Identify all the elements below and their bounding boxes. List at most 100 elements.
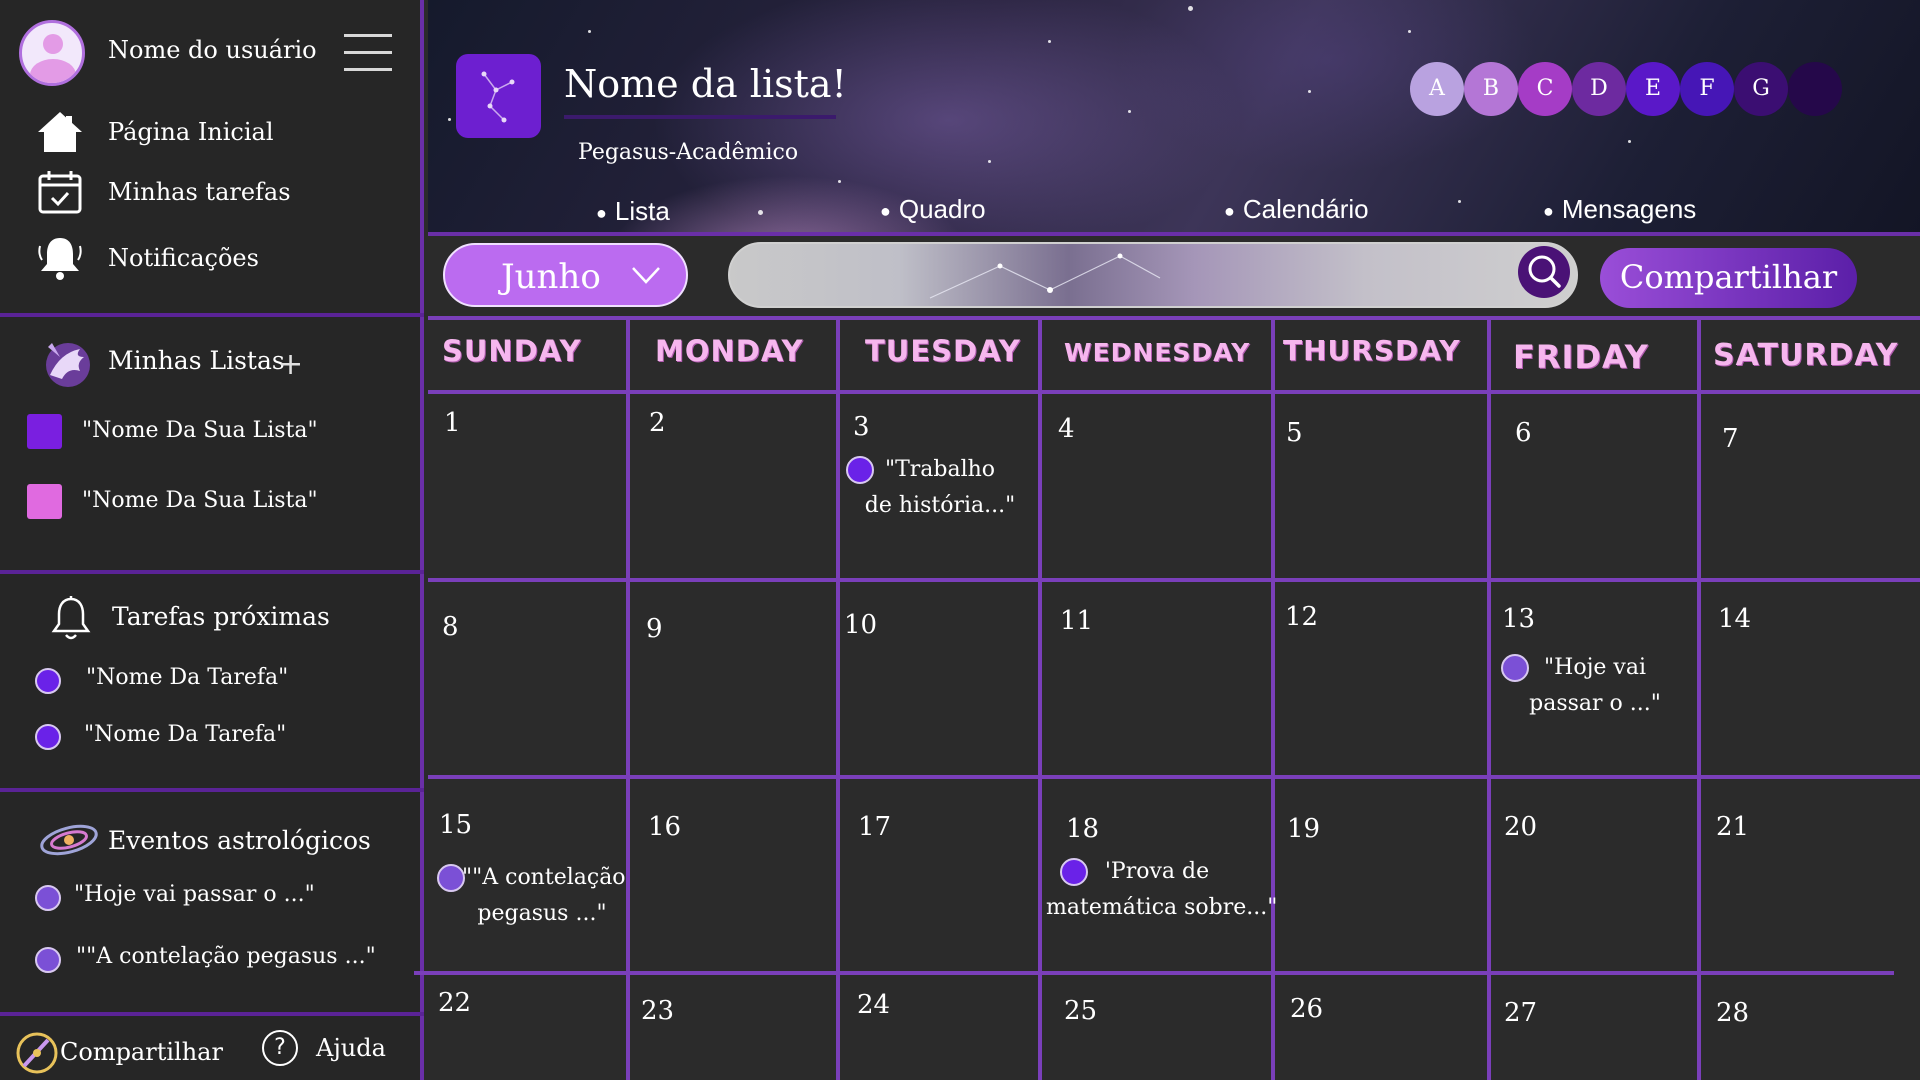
calendar-event[interactable]: 'Prova de matemática sobre..." <box>1046 854 1277 926</box>
day-number[interactable]: 14 <box>1718 604 1751 634</box>
title-underline <box>564 115 836 119</box>
search-input[interactable] <box>728 242 1578 308</box>
event-dot-icon <box>35 885 61 911</box>
day-number[interactable]: 10 <box>844 610 877 640</box>
day-number[interactable]: 9 <box>646 614 663 644</box>
day-header: FRIDAY <box>1513 338 1649 376</box>
day-number[interactable]: 16 <box>648 812 681 842</box>
member-avatar[interactable]: D <box>1572 62 1626 116</box>
upcoming-task-item[interactable]: "Nome Da Tarefa" <box>86 665 288 690</box>
day-number[interactable]: 18 <box>1066 814 1099 844</box>
help-icon[interactable]: ? <box>262 1030 298 1066</box>
day-number[interactable]: 20 <box>1504 812 1537 842</box>
astro-event-item[interactable]: ""A contelação pegasus ..." <box>76 944 376 969</box>
member-avatar[interactable]: G <box>1734 62 1788 116</box>
member-avatar[interactable]: A <box>1410 62 1464 116</box>
add-list-button[interactable]: + <box>278 347 303 382</box>
day-number[interactable]: 27 <box>1504 998 1537 1028</box>
calendar-event[interactable]: ""A contelação pegasus ..." <box>462 860 626 932</box>
calendar-event[interactable]: "Trabalho de história..." <box>862 452 1018 524</box>
astro-event-item[interactable]: "Hoje vai passar o ..." <box>74 882 315 907</box>
sidebar-list-item[interactable]: "Nome Da Sua Lista" <box>82 418 318 443</box>
list-title[interactable]: Nome da lista! <box>564 62 847 106</box>
divider <box>0 570 424 574</box>
list-color-swatch <box>27 484 62 519</box>
event-dot-icon <box>35 947 61 973</box>
tab-calendario[interactable]: ● Calendário <box>1224 194 1369 225</box>
tab-mensagens[interactable]: ● Mensagens <box>1543 194 1696 225</box>
tab-lista[interactable]: ● Lista <box>596 196 670 227</box>
tab-quadro[interactable]: ● Quadro <box>880 194 986 225</box>
sidebar-list-item[interactable]: "Nome Da Sua Lista" <box>82 488 318 513</box>
day-number[interactable]: 6 <box>1515 418 1532 448</box>
astro-events-title: Eventos astrológicos <box>108 826 371 855</box>
nav-home[interactable]: Página Inicial <box>36 108 376 156</box>
day-number[interactable]: 13 <box>1502 604 1535 634</box>
constellation-decoration <box>929 253 1161 299</box>
day-number[interactable]: 17 <box>858 812 891 842</box>
user-name[interactable]: Nome do usuário <box>108 36 317 64</box>
search-button[interactable] <box>1518 246 1570 298</box>
nav-my-tasks[interactable]: Minhas tarefas <box>36 168 376 216</box>
day-number[interactable]: 24 <box>857 990 890 1020</box>
user-avatar-icon[interactable] <box>19 20 85 86</box>
search-icon <box>1528 255 1561 288</box>
share-compass-icon[interactable] <box>14 1030 60 1076</box>
menu-icon[interactable] <box>344 32 392 74</box>
my-lists-title: Minhas Listas <box>108 346 285 375</box>
month-select[interactable]: Junho <box>443 243 688 307</box>
help-button[interactable]: Ajuda <box>316 1034 386 1062</box>
task-dot-icon <box>35 724 61 750</box>
day-number[interactable]: 7 <box>1722 424 1739 454</box>
day-number[interactable]: 11 <box>1060 606 1093 636</box>
nav-my-tasks-label: Minhas tarefas <box>108 178 291 206</box>
day-number[interactable]: 2 <box>649 408 666 438</box>
calendar-event[interactable]: "Hoje vai passar o ..." <box>1520 650 1670 722</box>
member-avatar[interactable]: E <box>1626 62 1680 116</box>
grid-line <box>1697 316 1701 1080</box>
member-avatar[interactable]: F <box>1680 62 1734 116</box>
day-number[interactable]: 3 <box>853 412 870 442</box>
grid-line <box>414 971 1894 975</box>
divider <box>0 788 424 792</box>
bell-outline-icon <box>51 596 91 640</box>
galaxy-icon <box>40 824 98 856</box>
day-number[interactable]: 12 <box>1285 602 1318 632</box>
list-subtitle: Pegasus-Acadêmico <box>578 140 799 165</box>
member-avatar[interactable] <box>1788 62 1842 116</box>
day-header: TUESDAY <box>865 334 1021 368</box>
footer-share-button[interactable]: Compartilhar <box>60 1038 223 1066</box>
day-number[interactable]: 23 <box>641 996 674 1026</box>
day-number[interactable]: 26 <box>1290 994 1323 1024</box>
home-icon <box>38 112 82 152</box>
nav-home-label: Página Inicial <box>108 118 274 146</box>
day-number[interactable]: 1 <box>444 408 461 438</box>
day-header: WEDNESDAY <box>1064 338 1251 367</box>
bell-icon <box>38 238 82 280</box>
day-number[interactable]: 28 <box>1716 998 1749 1028</box>
day-number[interactable]: 19 <box>1287 814 1320 844</box>
day-number[interactable]: 5 <box>1286 418 1303 448</box>
list-color-swatch <box>27 414 62 449</box>
grid-line <box>1487 316 1491 1080</box>
share-button[interactable]: Compartilhar <box>1600 248 1857 308</box>
grid-line <box>1038 316 1042 1080</box>
day-number[interactable]: 21 <box>1716 812 1749 842</box>
upcoming-task-item[interactable]: "Nome Da Tarefa" <box>84 722 286 747</box>
nav-notifications[interactable]: Notificações <box>36 234 376 282</box>
day-number[interactable]: 15 <box>439 810 472 840</box>
pegasus-logo-icon <box>46 343 90 387</box>
member-avatar[interactable]: B <box>1464 62 1518 116</box>
event-dot-icon <box>437 864 465 892</box>
day-header: SUNDAY <box>442 334 582 368</box>
month-label: Junho <box>501 257 601 297</box>
upcoming-tasks-title: Tarefas próximas <box>112 602 330 631</box>
day-number[interactable]: 22 <box>438 988 471 1018</box>
day-number[interactable]: 4 <box>1058 414 1075 444</box>
member-avatar[interactable]: C <box>1518 62 1572 116</box>
day-number[interactable]: 25 <box>1064 996 1097 1026</box>
list-constellation-icon[interactable] <box>456 54 541 138</box>
sidebar: Nome do usuário Página Inicial Minhas ta… <box>0 0 424 1080</box>
calendar-check-icon <box>38 171 82 214</box>
day-number[interactable]: 8 <box>442 612 459 642</box>
